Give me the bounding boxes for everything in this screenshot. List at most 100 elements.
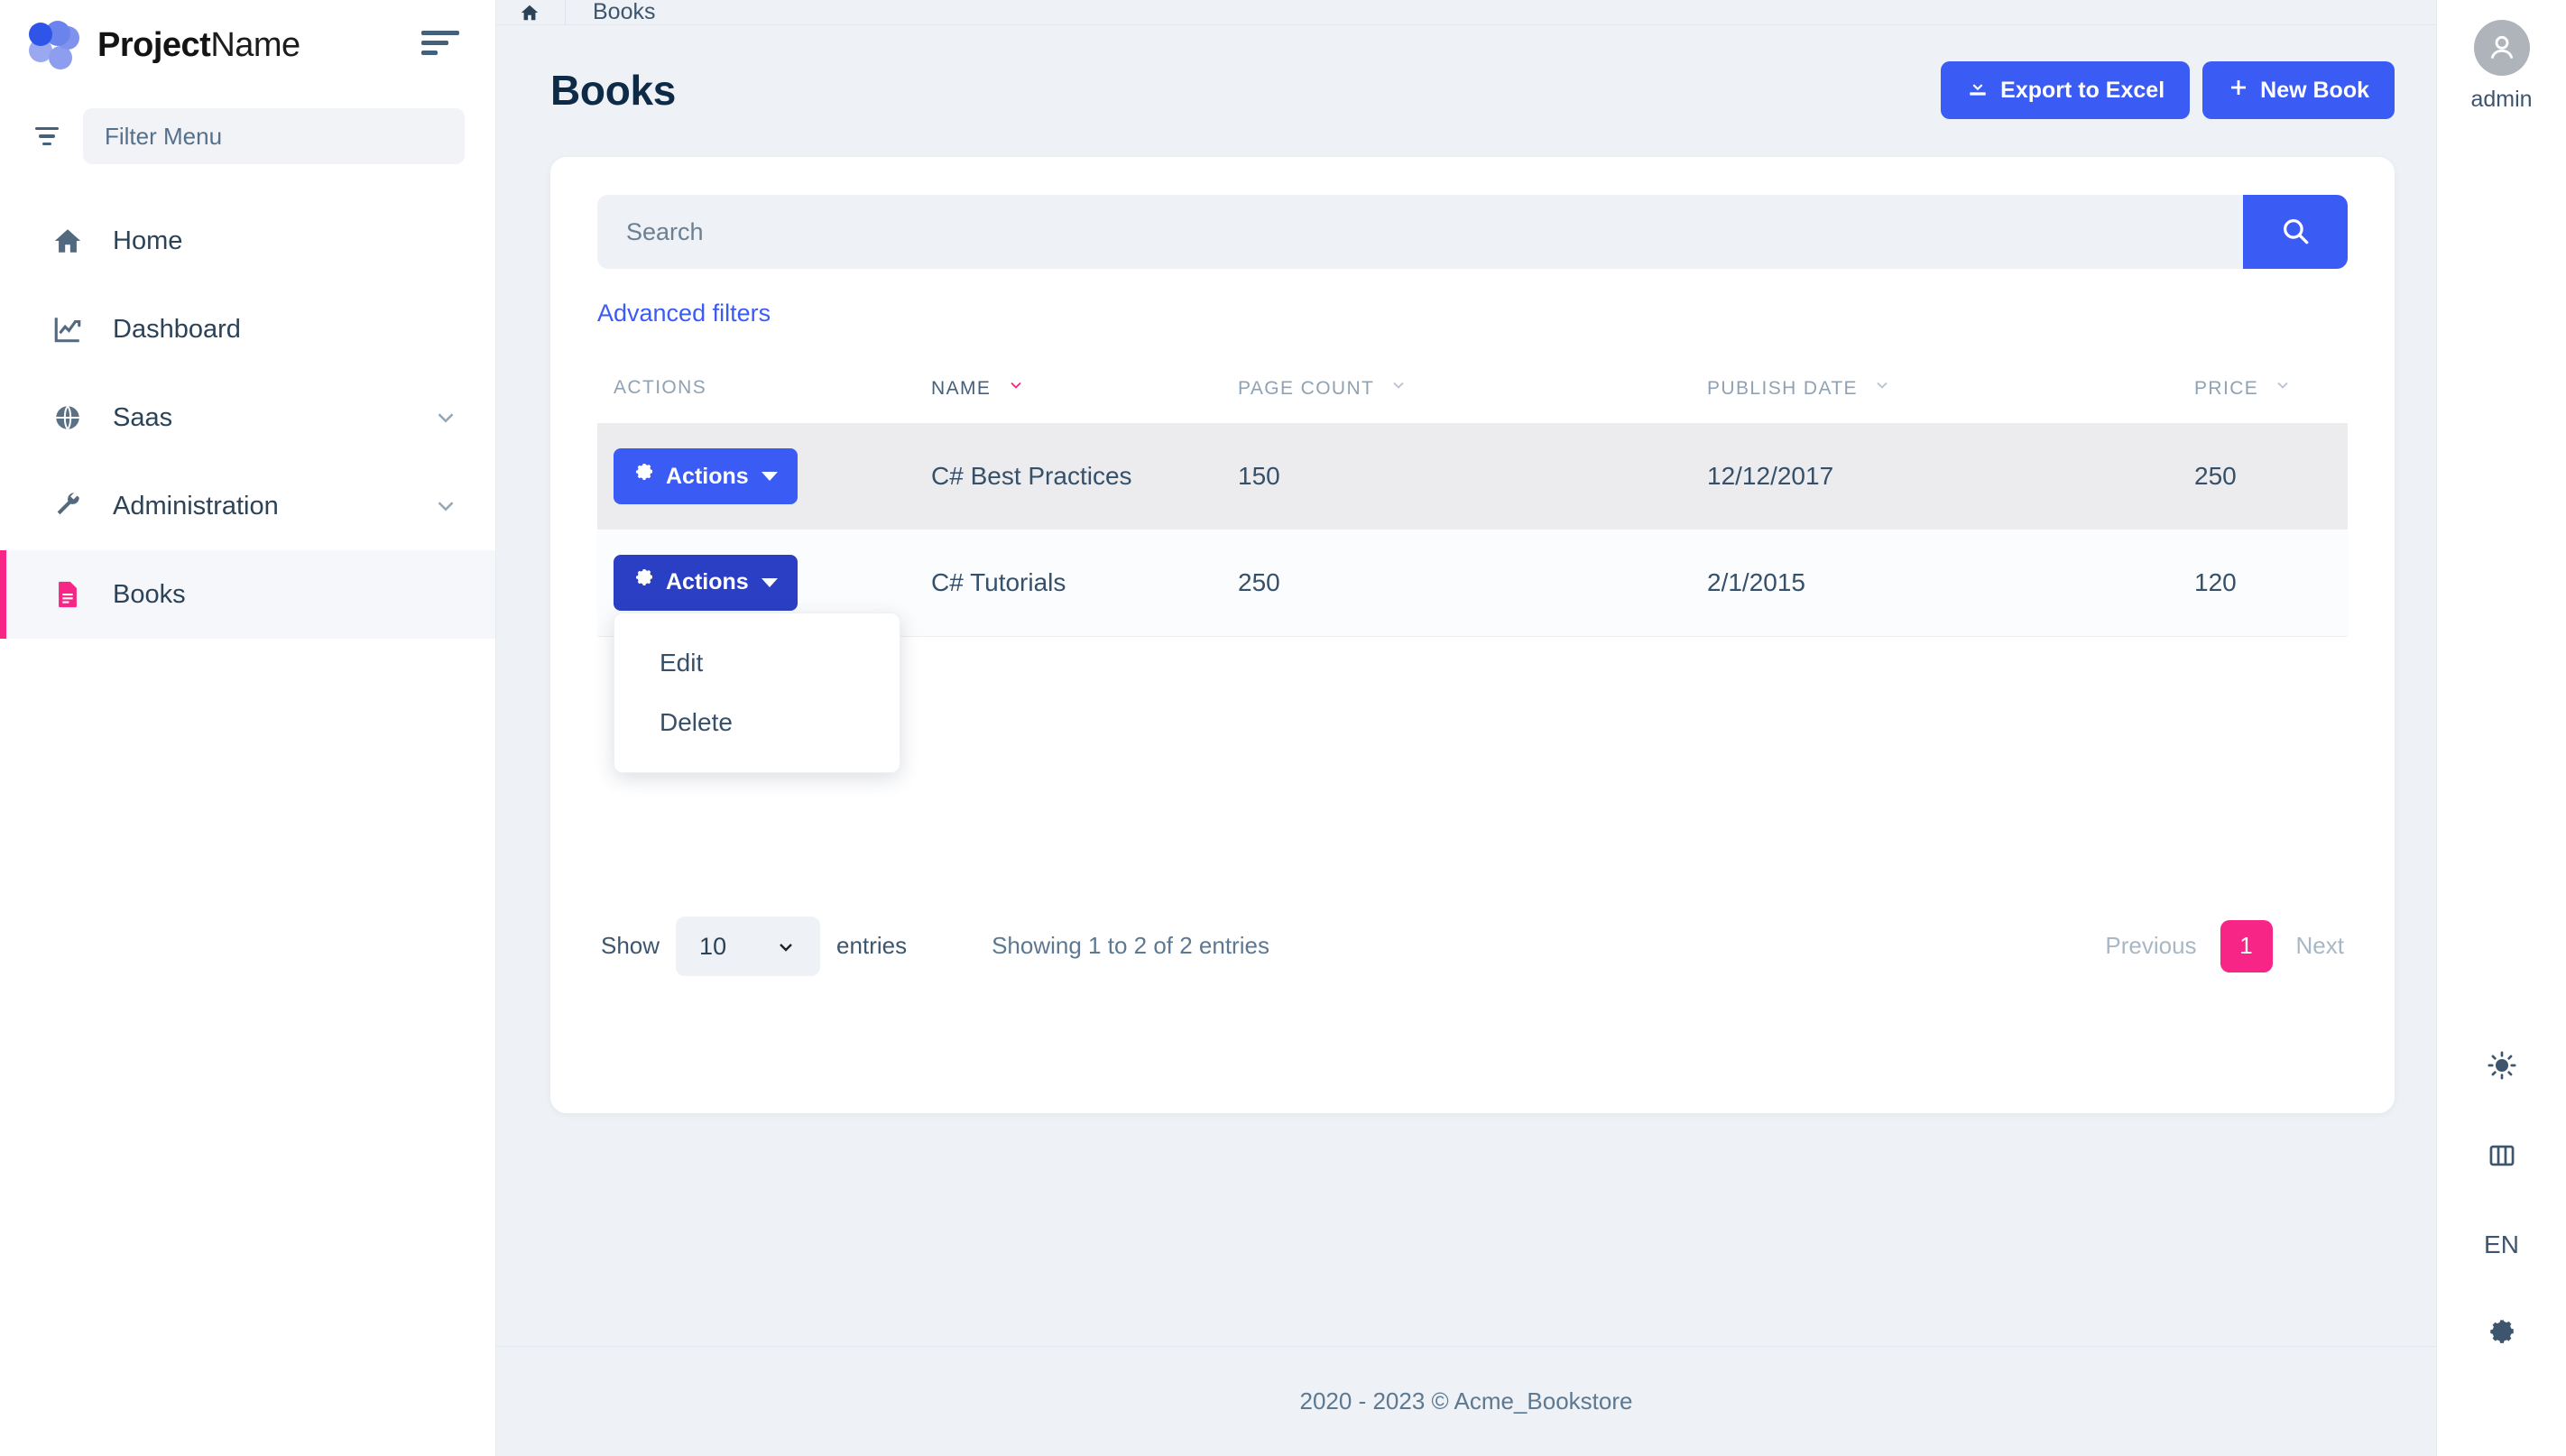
row-actions-cell: Actions Edit Delete xyxy=(597,530,931,636)
page-size-select[interactable]: 10 25 50 100 xyxy=(676,917,820,976)
document-icon xyxy=(50,576,86,613)
row-actions-button[interactable]: Actions xyxy=(614,448,798,504)
breadcrumb: Books xyxy=(496,0,2436,25)
table-row[interactable]: Actions Edit Delete C# Tutorials 250 xyxy=(597,530,2348,636)
cell-publish-date: 2/1/2015 xyxy=(1707,530,2194,636)
column-header-name[interactable]: NAME xyxy=(931,364,1238,423)
menu-collapse-icon[interactable] xyxy=(421,31,459,60)
app-logo-icon xyxy=(29,19,81,71)
export-to-excel-button[interactable]: Export to Excel xyxy=(1941,61,2190,119)
sidebar-item-saas[interactable]: Saas xyxy=(0,373,495,462)
table-header-row: ACTIONS NAME PAGE COUNT xyxy=(597,364,2348,423)
brand-header: ProjectName xyxy=(0,0,495,90)
new-book-button[interactable]: New Book xyxy=(2202,61,2395,119)
main-content: Books Books Export to Excel New Book xyxy=(496,0,2436,1456)
row-actions-label: Actions xyxy=(666,464,749,490)
wrench-icon xyxy=(50,488,86,524)
chevron-down-icon xyxy=(1007,378,1025,399)
sidebar-item-label: Home xyxy=(113,226,182,256)
gear-icon xyxy=(633,463,655,491)
sidebar: ProjectName Home Dashboard xyxy=(0,0,496,1456)
export-to-excel-label: Export to Excel xyxy=(2000,78,2164,104)
plus-icon xyxy=(2228,77,2249,105)
app-root: ProjectName Home Dashboard xyxy=(0,0,2566,1456)
dropdown-item-edit[interactable]: Edit xyxy=(614,633,900,693)
sidebar-item-books[interactable]: Books xyxy=(0,550,495,639)
breadcrumb-current: Books xyxy=(566,0,655,25)
actions-menu-wrapper: Actions xyxy=(614,448,798,504)
search-icon xyxy=(2280,216,2311,249)
columns-icon[interactable] xyxy=(2487,1140,2517,1171)
download-icon xyxy=(1966,76,1989,106)
column-header-label: PUBLISH DATE xyxy=(1707,378,1858,399)
table-row[interactable]: Actions C# Best Practices 150 12/12/2017… xyxy=(597,423,2348,530)
brand-name: ProjectName xyxy=(97,26,300,65)
avatar[interactable] xyxy=(2474,20,2530,76)
sidebar-item-administration[interactable]: Administration xyxy=(0,462,495,550)
pagination: Previous 1 Next xyxy=(2105,920,2344,972)
column-header-label: ACTIONS xyxy=(614,377,706,398)
filter-icon[interactable] xyxy=(31,127,63,146)
language-selector[interactable]: EN xyxy=(2484,1230,2519,1259)
row-actions-button[interactable]: Actions xyxy=(614,555,798,611)
column-header-label: PAGE COUNT xyxy=(1238,378,1374,399)
pagination-previous[interactable]: Previous xyxy=(2105,932,2196,960)
footer-text: 2020 - 2023 © Acme_Bookstore xyxy=(1300,1387,1633,1415)
column-header-label: PRICE xyxy=(2194,378,2258,399)
showing-entries-text: Showing 1 to 2 of 2 entries xyxy=(992,932,1269,960)
books-table-head: ACTIONS NAME PAGE COUNT xyxy=(597,364,2348,423)
column-header-publish-date[interactable]: PUBLISH DATE xyxy=(1707,364,2194,423)
dropdown-item-delete[interactable]: Delete xyxy=(614,693,900,752)
pagination-next[interactable]: Next xyxy=(2296,932,2344,960)
sun-icon[interactable] xyxy=(2487,1050,2517,1081)
sidebar-item-dashboard[interactable]: Dashboard xyxy=(0,285,495,373)
brand-name-bold: Project xyxy=(97,26,210,64)
home-icon[interactable] xyxy=(520,3,565,23)
column-header-page-count[interactable]: PAGE COUNT xyxy=(1238,364,1707,423)
cell-price: 250 xyxy=(2194,423,2348,530)
sidebar-filter-row xyxy=(0,90,495,179)
sidebar-item-label: Administration xyxy=(113,492,279,521)
sidebar-nav: Home Dashboard Saas xyxy=(0,197,495,639)
gear-icon xyxy=(633,568,655,596)
chevron-down-icon[interactable] xyxy=(432,493,459,520)
column-header-label: NAME xyxy=(931,378,991,399)
advanced-filters-link[interactable]: Advanced filters xyxy=(597,299,771,327)
sidebar-item-label: Saas xyxy=(113,403,172,433)
globe-icon xyxy=(50,400,86,436)
page-size-wrapper: 10 25 50 100 xyxy=(676,917,820,976)
books-card: Advanced filters ACTIONS NAME xyxy=(550,157,2395,1113)
gear-icon[interactable] xyxy=(2487,1319,2517,1350)
cell-price: 120 xyxy=(2194,530,2348,636)
actions-dropdown-menu: Edit Delete xyxy=(614,613,900,773)
entries-label: entries xyxy=(836,932,907,960)
pagination-page-1[interactable]: 1 xyxy=(2220,920,2273,972)
row-actions-label: Actions xyxy=(666,569,749,595)
page-title: Books xyxy=(550,66,676,115)
sidebar-item-home[interactable]: Home xyxy=(0,197,495,285)
filter-menu-input[interactable] xyxy=(83,108,465,164)
page-footer: 2020 - 2023 © Acme_Bookstore xyxy=(496,1346,2436,1456)
show-label: Show xyxy=(601,932,660,960)
cell-name: C# Best Practices xyxy=(931,423,1238,530)
page-header: Books Export to Excel New Book xyxy=(496,25,2436,119)
cell-name: C# Tutorials xyxy=(931,530,1238,636)
right-rail: admin EN xyxy=(2436,0,2566,1456)
search-button[interactable] xyxy=(2243,195,2348,269)
chevron-down-icon[interactable] xyxy=(432,404,459,431)
table-footer: Show 10 25 50 100 entries Showing 1 to 2… xyxy=(597,917,2348,976)
sidebar-item-label: Books xyxy=(113,580,186,610)
chart-line-icon xyxy=(50,311,86,347)
column-header-price[interactable]: PRICE xyxy=(2194,364,2348,423)
row-actions-cell: Actions xyxy=(597,423,931,530)
cell-page-count: 250 xyxy=(1238,530,1707,636)
caret-down-icon xyxy=(761,578,778,587)
cell-publish-date: 12/12/2017 xyxy=(1707,423,2194,530)
chevron-down-icon xyxy=(1389,378,1408,399)
books-table-body: Actions C# Best Practices 150 12/12/2017… xyxy=(597,423,2348,636)
books-table: ACTIONS NAME PAGE COUNT xyxy=(597,364,2348,637)
chevron-down-icon xyxy=(1873,378,1891,399)
page-header-actions: Export to Excel New Book xyxy=(1941,61,2395,119)
sidebar-item-label: Dashboard xyxy=(113,315,241,345)
search-input[interactable] xyxy=(597,195,2243,269)
